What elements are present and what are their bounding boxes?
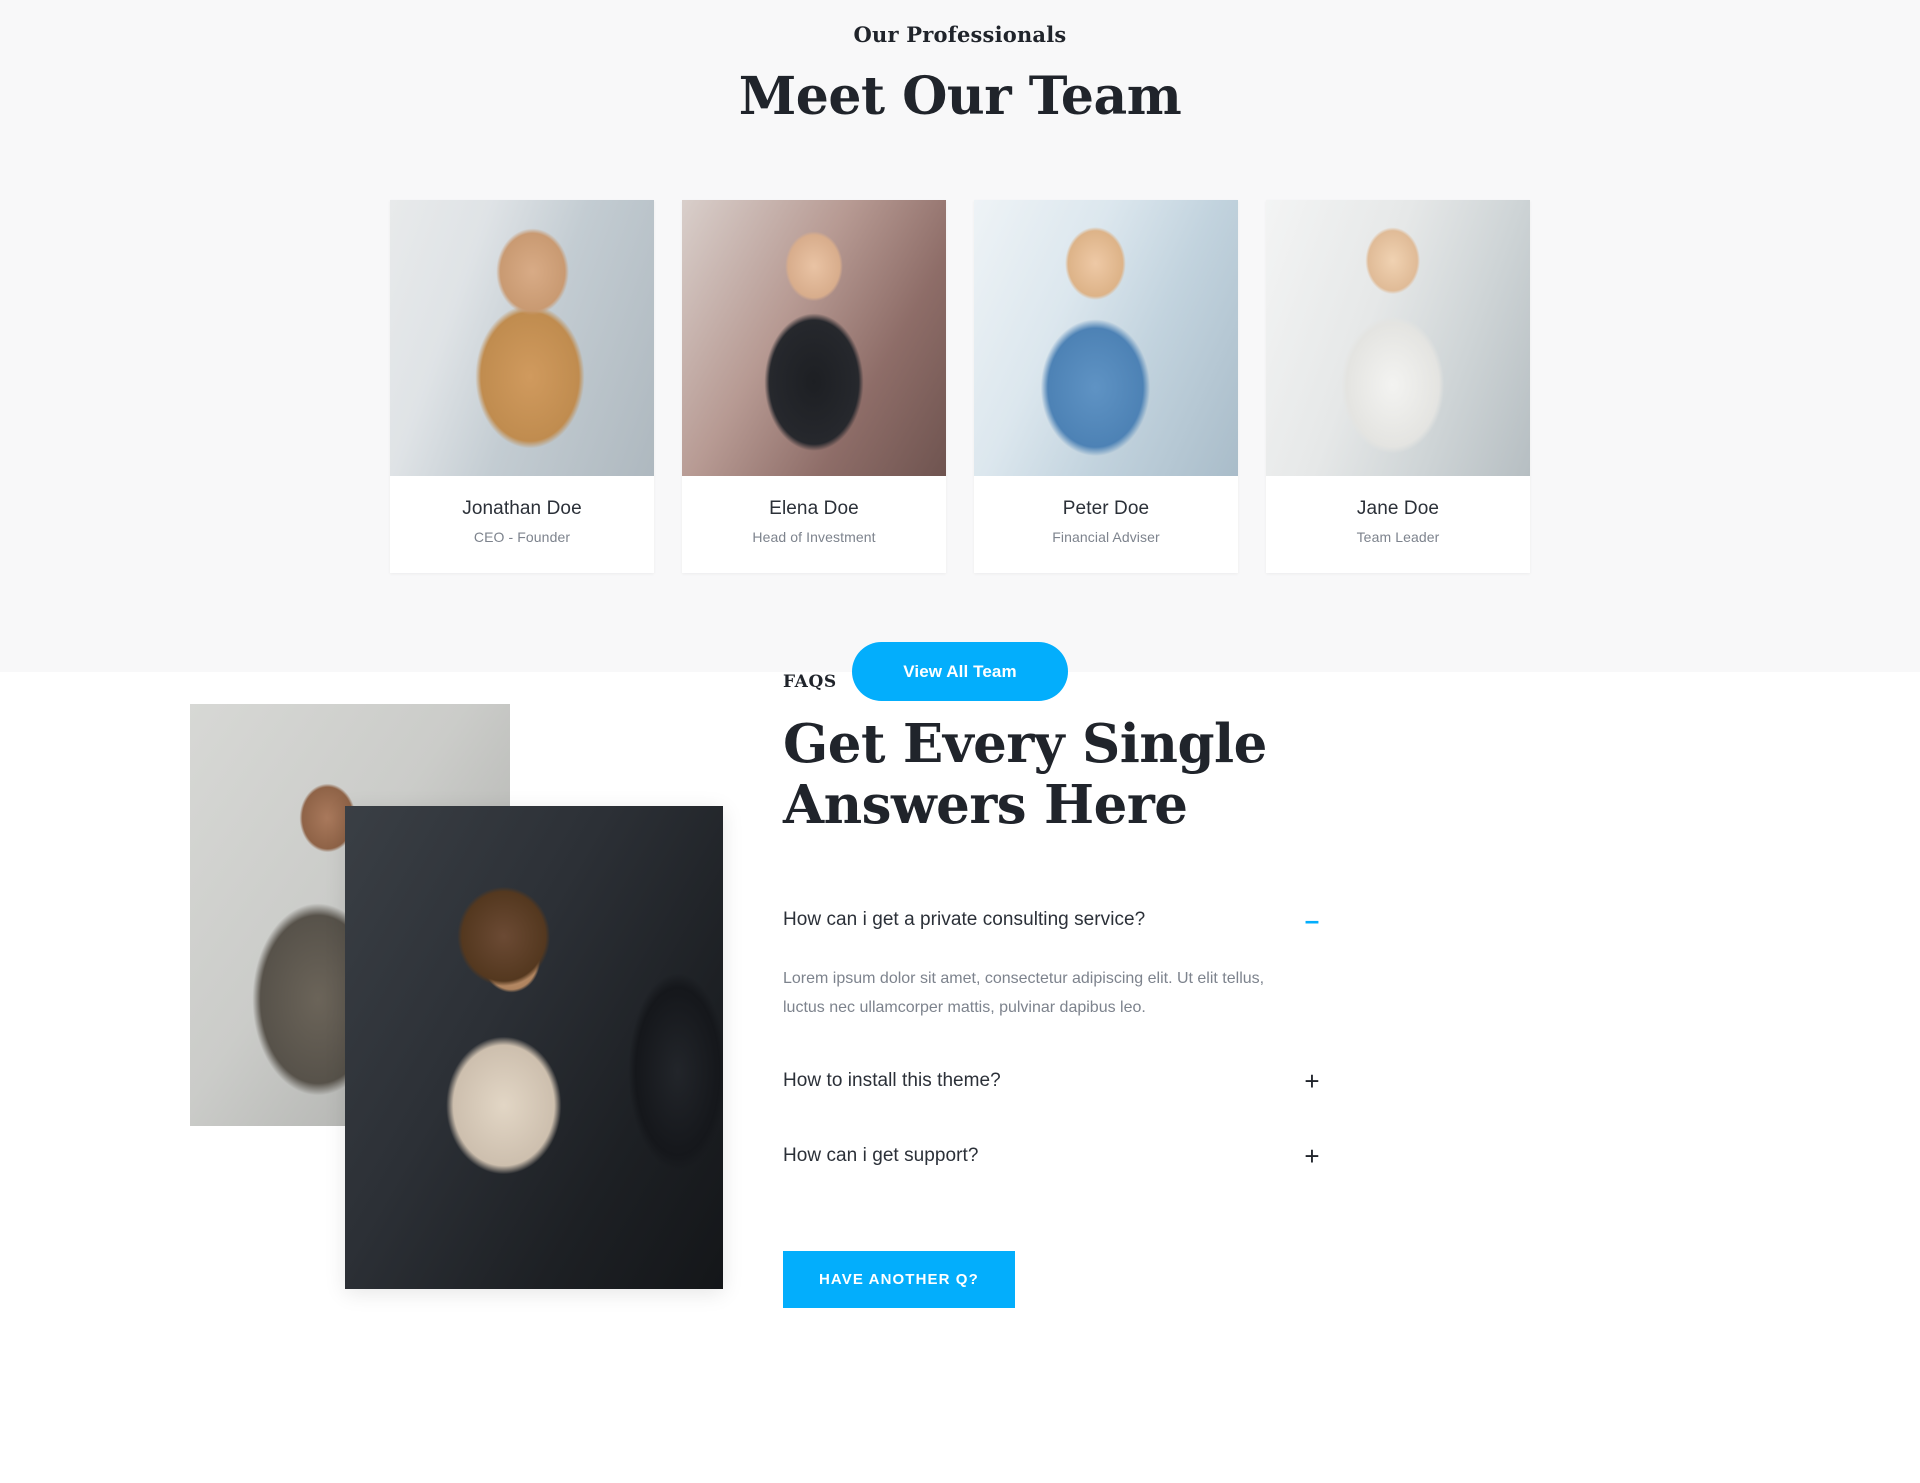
faq-item-header[interactable]: How to install this theme? + [783, 1054, 1323, 1108]
team-member-name: Jonathan Doe [462, 497, 582, 519]
team-card-meta: Jane Doe Team Leader [1266, 475, 1530, 571]
faq-item-header[interactable]: How can i get support? + [783, 1129, 1323, 1183]
team-member-role: CEO - Founder [473, 528, 571, 545]
faq-answer: Lorem ipsum dolor sit amet, consectetur … [783, 969, 1265, 1017]
faq-copy: FAQS Get Every Single Answers Here How c… [783, 672, 1323, 1309]
team-card-meta: Jonathan Doe CEO - Founder [390, 475, 654, 571]
faq-accordion: How can i get a private consulting servi… [783, 893, 1323, 1183]
faq-photo-front [345, 806, 723, 1289]
team-member-photo-jonathan [390, 199, 654, 476]
plus-icon[interactable]: + [1301, 1143, 1323, 1169]
plus-icon[interactable]: + [1301, 1068, 1323, 1094]
minus-icon[interactable]: – [1301, 907, 1323, 933]
team-card[interactable]: Jonathan Doe CEO - Founder [390, 199, 654, 573]
team-card-meta: Peter Doe Financial Adviser [974, 475, 1238, 571]
faq-item: How can i get support? + [783, 1129, 1323, 1183]
team-card[interactable]: Elena Doe Head of Investment [682, 199, 946, 573]
team-card-meta: Elena Doe Head of Investment [682, 475, 946, 571]
faq-question: How can i get a private consulting servi… [783, 908, 1146, 930]
view-all-team-button[interactable]: View All Team [852, 642, 1068, 701]
team-grid: Jonathan Doe CEO - Founder Elena Doe Hea… [0, 199, 1920, 573]
faq-heading: Get Every Single Answers Here [783, 713, 1267, 836]
have-another-question-button[interactable]: Have Another Q? [783, 1251, 1015, 1309]
team-member-photo-elena [682, 199, 946, 476]
team-member-photo-peter [974, 199, 1238, 476]
faq-question: How can i get support? [783, 1145, 979, 1167]
team-member-role: Team Leader [1356, 528, 1440, 545]
faq-section: FAQS Get Every Single Answers Here How c… [0, 672, 1920, 1483]
faq-item: How to install this theme? + [783, 1054, 1323, 1108]
faq-item-header[interactable]: How can i get a private consulting servi… [783, 893, 1323, 947]
faq-question: How to install this theme? [783, 1070, 1001, 1092]
team-member-name: Jane Doe [1356, 497, 1440, 519]
team-section: Our Professionals Meet Our Team Jonathan… [0, 0, 1920, 701]
team-member-role: Head of Investment [752, 528, 876, 545]
faq-media-collage [190, 704, 750, 1289]
view-all-team-wrap: View All Team [0, 642, 1920, 701]
team-eyebrow: Our Professionals [853, 22, 1067, 47]
team-member-name: Peter Doe [1062, 497, 1150, 519]
faq-item: How can i get a private consulting servi… [783, 893, 1323, 1033]
team-title: Meet Our Team [738, 66, 1182, 127]
team-member-role: Financial Adviser [1052, 528, 1160, 545]
team-card[interactable]: Jane Doe Team Leader [1266, 199, 1530, 573]
team-member-photo-jane [1266, 199, 1530, 476]
team-card[interactable]: Peter Doe Financial Adviser [974, 199, 1238, 573]
team-member-name: Elena Doe [769, 497, 859, 519]
